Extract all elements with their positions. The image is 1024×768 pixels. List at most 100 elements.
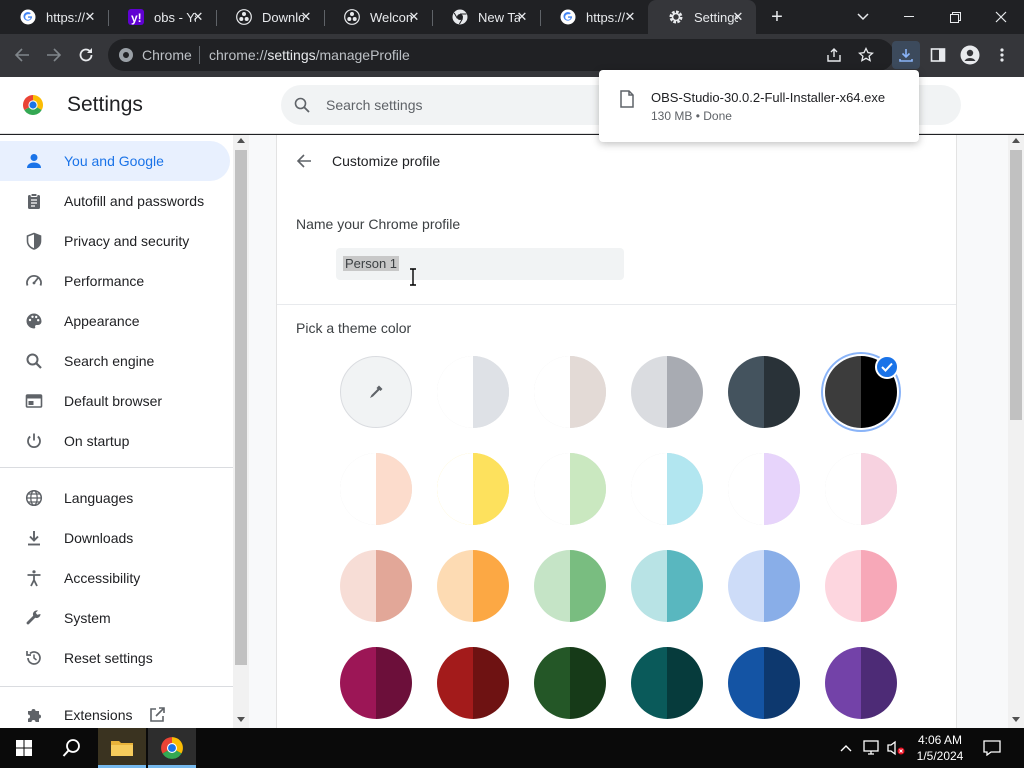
swatch-right-half: [473, 453, 509, 525]
sidebar-item-privacy-and-security[interactable]: Privacy and security: [0, 221, 230, 261]
url-path: /manageProfile: [315, 47, 410, 63]
taskbar-clock[interactable]: 4:06 AM 1/5/2024: [912, 732, 968, 764]
notifications-button[interactable]: [976, 728, 1008, 768]
theme-color-swatch[interactable]: [631, 550, 703, 622]
chrome-taskbar-button[interactable]: [148, 728, 196, 768]
theme-color-swatch[interactable]: [534, 356, 606, 428]
swatch-right-half: [764, 647, 800, 719]
profile-button[interactable]: [956, 41, 984, 69]
sidebar-item-accessibility[interactable]: Accessibility: [0, 558, 230, 598]
side-panel-button[interactable]: [924, 41, 952, 69]
network-button[interactable]: [860, 728, 882, 768]
restore-icon: [949, 11, 961, 23]
sidebar-item-appearance[interactable]: Appearance: [0, 301, 230, 341]
sidebar-item-downloads[interactable]: Downloads: [0, 518, 230, 558]
tab-close-icon[interactable]: ✕: [406, 9, 422, 25]
sidebar-item-performance[interactable]: Performance: [0, 261, 230, 301]
browser-tab[interactable]: https://✕: [0, 0, 108, 34]
tab-close-icon[interactable]: ✕: [190, 9, 206, 25]
sidebar-item-autofill-and-passwords[interactable]: Autofill and passwords: [0, 181, 230, 221]
downloads-button[interactable]: [892, 41, 920, 69]
browser-tab[interactable]: Settings ✕: [648, 0, 756, 34]
scroll-up-arrow-icon[interactable]: [1012, 138, 1020, 143]
file-explorer-button[interactable]: [98, 728, 146, 768]
theme-color-swatch[interactable]: [534, 647, 606, 719]
tab-close-icon[interactable]: ✕: [730, 9, 746, 25]
side-panel-icon: [930, 48, 946, 62]
restore-button[interactable]: [932, 0, 978, 34]
sidebar-item-label: On startup: [64, 433, 130, 449]
sidebar-divider: [0, 467, 233, 468]
theme-color-swatch[interactable]: [825, 453, 897, 525]
back-button[interactable]: [8, 41, 36, 69]
scroll-down-arrow-icon[interactable]: [237, 717, 245, 722]
chevron-up-icon: [840, 745, 852, 752]
theme-color-swatch[interactable]: [728, 356, 800, 428]
chrome-logo-icon: [22, 94, 44, 116]
forward-button[interactable]: [40, 41, 68, 69]
reload-button[interactable]: [72, 41, 100, 69]
theme-color-swatch[interactable]: [728, 550, 800, 622]
start-button[interactable]: [0, 728, 48, 768]
tab-close-icon[interactable]: ✕: [514, 9, 530, 25]
browser-tab[interactable]: https://✕: [540, 0, 648, 34]
minimize-button[interactable]: [886, 0, 932, 34]
theme-color-swatch[interactable]: [631, 647, 703, 719]
theme-color-swatch[interactable]: [728, 453, 800, 525]
sidebar-item-system[interactable]: System: [0, 598, 230, 638]
browser-tab[interactable]: New Tal ✕: [432, 0, 540, 34]
browser-tab[interactable]: y!obs - Ya✕: [108, 0, 216, 34]
theme-color-swatch[interactable]: [534, 453, 606, 525]
main-scroll-thumb[interactable]: [1010, 150, 1022, 420]
scroll-down-arrow-icon[interactable]: [1012, 717, 1020, 722]
swatch-left-half: [728, 647, 764, 719]
sidebar-item-search-engine[interactable]: Search engine: [0, 341, 230, 381]
url-text[interactable]: chrome://settings/manageProfile: [209, 47, 410, 63]
tab-close-icon[interactable]: ✕: [622, 9, 638, 25]
theme-color-swatch[interactable]: [437, 647, 509, 719]
theme-color-swatch[interactable]: [437, 550, 509, 622]
sidebar-item-languages[interactable]: Languages: [0, 478, 230, 518]
tab-search-button[interactable]: [840, 0, 886, 34]
show-hidden-icons-button[interactable]: [836, 728, 856, 768]
sidebar-scrollbar[interactable]: [233, 135, 249, 728]
theme-color-swatch[interactable]: [631, 356, 703, 428]
browser-tab[interactable]: Downlo ✕: [216, 0, 324, 34]
sidebar-item-you-and-google[interactable]: You and Google: [0, 141, 230, 181]
theme-color-swatch[interactable]: [340, 550, 412, 622]
open-in-new-icon: [148, 706, 166, 724]
back-arrow-button[interactable]: [294, 151, 314, 171]
chrome-site-icon[interactable]: [118, 47, 134, 63]
menu-button[interactable]: [988, 41, 1016, 69]
theme-color-swatch[interactable]: [340, 453, 412, 525]
tab-close-icon[interactable]: ✕: [82, 9, 98, 25]
sidebar-item-on-startup[interactable]: On startup: [0, 421, 230, 461]
theme-color-swatch[interactable]: [631, 453, 703, 525]
browser-tab[interactable]: Welcom ✕: [324, 0, 432, 34]
taskbar-search-button[interactable]: [48, 728, 96, 768]
swatch-left-half: [340, 550, 376, 622]
main-scrollbar[interactable]: [1008, 135, 1024, 728]
sidebar-item-default-browser[interactable]: Default browser: [0, 381, 230, 421]
scroll-up-arrow-icon[interactable]: [237, 138, 245, 143]
sidebar-scroll-thumb[interactable]: [235, 150, 247, 665]
theme-color-swatch[interactable]: [728, 647, 800, 719]
new-tab-button[interactable]: +: [766, 6, 788, 28]
custom-color-picker[interactable]: [340, 356, 412, 428]
theme-color-swatch[interactable]: [437, 453, 509, 525]
theme-color-swatch[interactable]: [825, 647, 897, 719]
theme-color-swatch[interactable]: [534, 550, 606, 622]
customize-profile-title: Customize profile: [332, 153, 441, 169]
download-filename[interactable]: OBS-Studio-30.0.2-Full-Installer-x64.exe: [651, 90, 885, 105]
close-window-button[interactable]: [978, 0, 1024, 34]
profile-name-value[interactable]: Person 1: [343, 256, 400, 271]
bookmark-button[interactable]: [852, 41, 880, 69]
theme-color-swatch[interactable]: [437, 356, 509, 428]
volume-button[interactable]: [884, 728, 908, 768]
sidebar-item-label: Performance: [64, 273, 145, 289]
theme-color-swatch[interactable]: [340, 647, 412, 719]
tab-close-icon[interactable]: ✕: [298, 9, 314, 25]
sidebar-item-reset-settings[interactable]: Reset settings: [0, 638, 230, 678]
share-button[interactable]: [820, 41, 848, 69]
theme-color-swatch[interactable]: [825, 550, 897, 622]
